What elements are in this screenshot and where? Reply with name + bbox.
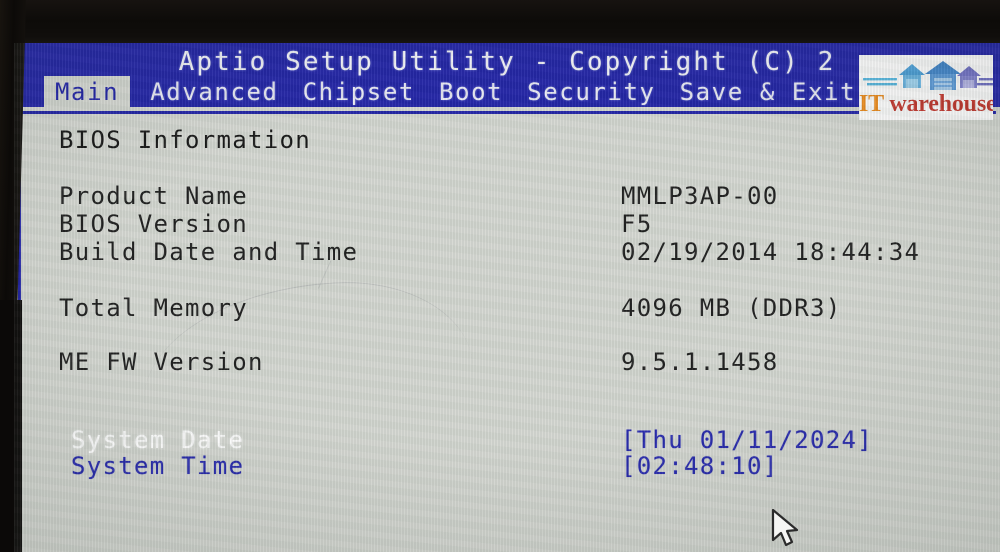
tab-advanced[interactable]: Advanced: [138, 76, 290, 110]
label-product-name: Product Name: [59, 182, 248, 210]
monitor-bezel-left-lower: [0, 300, 22, 552]
label-total-memory: Total Memory: [59, 294, 248, 322]
three-houses-icon: [859, 60, 993, 94]
bios-content-inner: BIOS Information Product Name MMLP3AP-00…: [21, 114, 999, 548]
tab-main[interactable]: Main: [44, 76, 131, 112]
bios-title: Aptio Setup Utility - Copyright (C) 2: [178, 47, 836, 77]
bios-content-panel: BIOS Information Product Name MMLP3AP-00…: [18, 111, 996, 548]
tab-boot[interactable]: Boot: [427, 76, 515, 110]
monitor-photo: Aptio Setup Utility - Copyright (C) 2 Ma…: [0, 0, 1000, 552]
mouse-arrow-cursor: [771, 508, 805, 552]
bios-menu-bar[interactable]: Main Advanced Chipset Boot Security Save…: [14, 76, 1000, 112]
screen-scratch-artifact: [317, 260, 396, 318]
tab-security[interactable]: Security: [515, 76, 667, 110]
watermark-text-warehouse: warehouse: [889, 91, 993, 117]
value-me-fw-version: 9.5.1.1458: [621, 348, 779, 376]
value-total-memory: 4096 MB (DDR3): [621, 294, 842, 322]
bios-title-bar: Aptio Setup Utility - Copyright (C) 2 Ma…: [14, 43, 1000, 112]
watermark-text-it: IT: [859, 91, 890, 117]
tab-chipset[interactable]: Chipset: [291, 76, 427, 110]
bios-information-heading: BIOS Information: [59, 126, 311, 154]
value-product-name: MMLP3AP-00: [621, 182, 779, 210]
value-build-date-and-time: 02/19/2014 18:44:34: [621, 238, 921, 266]
bios-screen: Aptio Setup Utility - Copyright (C) 2 Ma…: [14, 43, 1000, 552]
label-build-date-and-time: Build Date and Time: [59, 238, 359, 266]
value-bios-version: F5: [621, 210, 653, 238]
label-bios-version: BIOS Version: [59, 210, 248, 238]
label-system-date[interactable]: System Date: [71, 426, 244, 454]
it-warehouse-watermark: IT warehouse: [859, 55, 993, 120]
monitor-bezel-top: [0, 0, 1000, 46]
value-system-date[interactable]: [Thu 01/11/2024]: [621, 426, 873, 454]
label-me-fw-version: ME FW Version: [59, 348, 264, 376]
label-system-time[interactable]: System Time: [71, 452, 244, 480]
value-system-time[interactable]: [02:48:10]: [621, 452, 779, 480]
tab-save-and-exit[interactable]: Save & Exit: [668, 76, 869, 110]
watermark-text: IT warehouse: [859, 91, 993, 118]
